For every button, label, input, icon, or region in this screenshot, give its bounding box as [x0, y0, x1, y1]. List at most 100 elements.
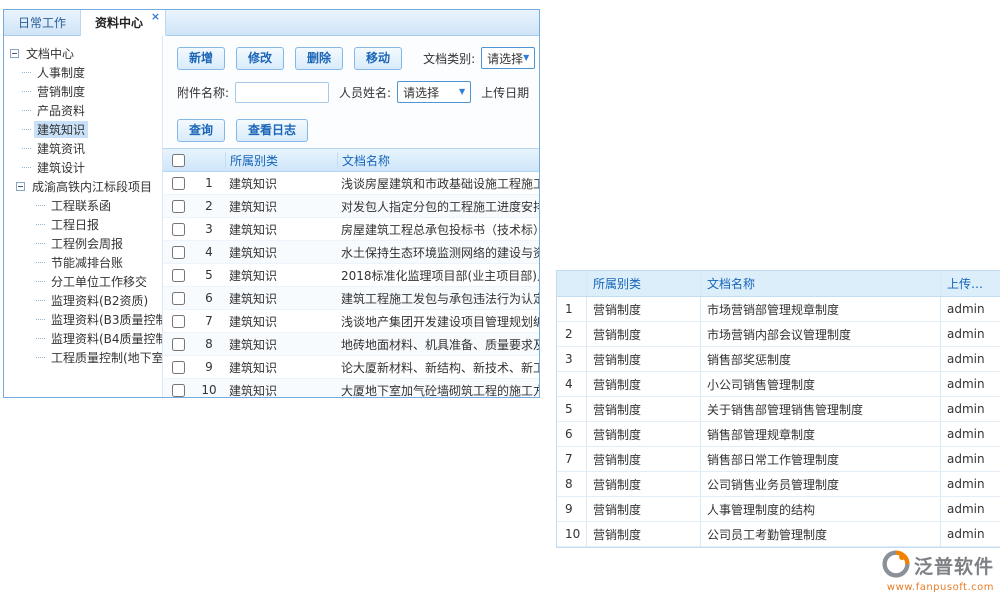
tree-item[interactable]: 建筑资讯	[4, 139, 162, 158]
document-tree: 文档中心 人事制度 营销制度 产品资料 建筑知识 建筑资讯 建筑设计 成渝高铁内…	[4, 36, 163, 397]
table-row[interactable]: 1 营销制度 市场营销部管理规章制度 admin	[557, 297, 1000, 322]
table-row[interactable]: 10 建筑知识 大厦地下室加气砼墙砌筑工程的施工方…	[163, 379, 539, 397]
tree-line-icon	[22, 110, 31, 111]
delete-button[interactable]: 删除	[295, 47, 343, 70]
collapse-icon[interactable]	[10, 49, 19, 58]
document-center-window: 日常工作 资料中心 × 文档中心 人事制度 营销制度 产品资料 建筑知识 建筑资…	[3, 9, 540, 398]
view-log-button[interactable]: 查看日志	[236, 119, 308, 142]
row-checkbox[interactable]	[172, 292, 185, 305]
row-checkbox[interactable]	[172, 246, 185, 259]
table-row[interactable]: 7 营销制度 销售部日常工作管理制度 admin	[557, 447, 1000, 472]
tree-line-icon	[36, 205, 45, 206]
brand-name: 泛普软件	[914, 552, 994, 579]
chevron-down-icon: ▼	[523, 54, 529, 62]
person-select[interactable]: 请选择 ▼	[397, 81, 471, 103]
row-checkbox[interactable]	[172, 200, 185, 213]
tree-line-icon	[36, 357, 45, 358]
tree-line-icon	[36, 300, 45, 301]
row-checkbox[interactable]	[172, 315, 185, 328]
tree-item[interactable]: 工程联系函	[4, 196, 162, 215]
tree-root-project[interactable]: 成渝高铁内江标段项目	[4, 177, 162, 196]
table-row[interactable]: 3 建筑知识 房屋建筑工程总承包投标书（技术标）…	[163, 218, 539, 241]
tree-line-icon	[36, 262, 45, 263]
tree-item[interactable]: 工程质量控制(地下室)	[4, 348, 162, 367]
toolbar: 新增 修改 删除 移动 文档类别: 请选择 ▼ 文	[177, 46, 539, 70]
query-button[interactable]: 查询	[177, 119, 225, 142]
row-checkbox[interactable]	[172, 223, 185, 236]
table-row[interactable]: 1 建筑知识 浅谈房屋建筑和市政基础设施工程施工…	[163, 172, 539, 195]
col-number	[557, 271, 587, 296]
collapse-icon[interactable]	[16, 182, 25, 191]
tree-item[interactable]: 人事制度	[4, 63, 162, 82]
table-row[interactable]: 2 营销制度 市场营销内部会议管理制度 admin	[557, 322, 1000, 347]
move-button[interactable]: 移动	[354, 47, 402, 70]
row-checkbox[interactable]	[172, 177, 185, 190]
table-row[interactable]: 5 营销制度 关于销售部管理销售管理制度 admin	[557, 397, 1000, 422]
table-row[interactable]: 4 建筑知识 水土保持生态环境监测网络的建设与资…	[163, 241, 539, 264]
document-list-pane: 新增 修改 删除 移动 文档类别: 请选择 ▼ 文 附件名称: 人员姓名: 请选…	[163, 36, 539, 397]
brand-logo: 泛普软件 www.fanpusoft.com	[844, 550, 994, 593]
table-row[interactable]: 9 建筑知识 论大厦新材料、新结构、新技术、新工…	[163, 356, 539, 379]
tree-item[interactable]: 建筑设计	[4, 158, 162, 177]
tree-item[interactable]: 产品资料	[4, 101, 162, 120]
tree-item[interactable]: 分工单位工作移交	[4, 272, 162, 291]
tree-item-selected[interactable]: 建筑知识	[4, 120, 162, 139]
col-category: 所属别类	[587, 271, 701, 296]
tree-line-icon	[36, 224, 45, 225]
select-all-checkbox[interactable]	[172, 154, 185, 167]
table-row[interactable]: 2 建筑知识 对发包人指定分包的工程施工进度安排…	[163, 195, 539, 218]
col-doc-name: 文档名称	[701, 271, 941, 296]
result-table-header: 所属别类 文档名称 上传…	[557, 271, 1000, 297]
attachment-name-input[interactable]	[235, 82, 329, 103]
brand-url: www.fanpusoft.com	[844, 582, 994, 593]
tab-daily-work[interactable]: 日常工作	[4, 10, 81, 36]
tree-line-icon	[36, 338, 45, 339]
row-checkbox[interactable]	[172, 269, 185, 282]
table-row[interactable]: 6 建筑知识 建筑工程施工发包与承包违法行为认定…	[163, 287, 539, 310]
table-row[interactable]: 3 营销制度 销售部奖惩制度 admin	[557, 347, 1000, 372]
table-row[interactable]: 7 建筑知识 浅谈地产集团开发建设项目管理规划编…	[163, 310, 539, 333]
close-icon[interactable]: ×	[151, 11, 160, 23]
add-button[interactable]: 新增	[177, 47, 225, 70]
tree-line-icon	[22, 72, 31, 73]
upload-date-label: 上传日期	[481, 84, 529, 101]
tree-item[interactable]: 监理资料(B3质量控制)	[4, 310, 162, 329]
col-doc-name: 文档名称	[337, 152, 539, 169]
table-row[interactable]: 4 营销制度 小公司销售管理制度 admin	[557, 372, 1000, 397]
table-row[interactable]: 10 营销制度 公司员工考勤管理制度 admin	[557, 522, 1000, 547]
row-checkbox[interactable]	[172, 384, 185, 397]
filter-row: 附件名称: 人员姓名: 请选择 ▼ 上传日期	[177, 80, 539, 104]
tree-item[interactable]: 工程例会周报	[4, 234, 162, 253]
tree-item[interactable]: 营销制度	[4, 82, 162, 101]
tree-line-icon	[36, 243, 45, 244]
tree-item[interactable]: 监理资料(B4质量控制)	[4, 329, 162, 348]
doc-category-label: 文档类别:	[423, 50, 475, 67]
edit-button[interactable]: 修改	[236, 47, 284, 70]
chevron-down-icon: ▼	[459, 88, 465, 96]
tree-item[interactable]: 监理资料(B2资质)	[4, 291, 162, 310]
table-row[interactable]: 9 营销制度 人事管理制度的结构 admin	[557, 497, 1000, 522]
document-table: 所属别类 文档名称 1 建筑知识 浅谈房屋建筑和市政基础设施工程施工… 2 建筑…	[163, 148, 539, 397]
brand-swirl-icon	[882, 550, 910, 581]
doc-category-select[interactable]: 请选择 ▼	[481, 47, 535, 69]
tree-line-icon	[22, 167, 31, 168]
table-row[interactable]: 5 建筑知识 2018标准化监理项目部(业主项目部)人员…	[163, 264, 539, 287]
col-uploader: 上传…	[941, 271, 1000, 296]
row-checkbox[interactable]	[172, 361, 185, 374]
person-name-label: 人员姓名:	[339, 84, 391, 101]
col-category: 所属别类	[225, 152, 337, 169]
tab-data-center[interactable]: 资料中心 ×	[81, 10, 166, 36]
attachment-name-label: 附件名称:	[177, 84, 229, 101]
tree-line-icon	[22, 129, 31, 130]
table-row[interactable]: 8 营销制度 公司销售业务员管理制度 admin	[557, 472, 1000, 497]
row-checkbox[interactable]	[172, 338, 185, 351]
tree-line-icon	[22, 148, 31, 149]
table-row[interactable]: 8 建筑知识 地砖地面材料、机具准备、质量要求及…	[163, 333, 539, 356]
tree-root-document-center[interactable]: 文档中心	[4, 44, 162, 63]
document-table-header: 所属别类 文档名称	[163, 149, 539, 172]
person-select-value: 请选择	[403, 84, 439, 101]
tree-item[interactable]: 节能减排台账	[4, 253, 162, 272]
table-row[interactable]: 6 营销制度 销售部管理规章制度 admin	[557, 422, 1000, 447]
tree-line-icon	[36, 281, 45, 282]
tree-item[interactable]: 工程日报	[4, 215, 162, 234]
